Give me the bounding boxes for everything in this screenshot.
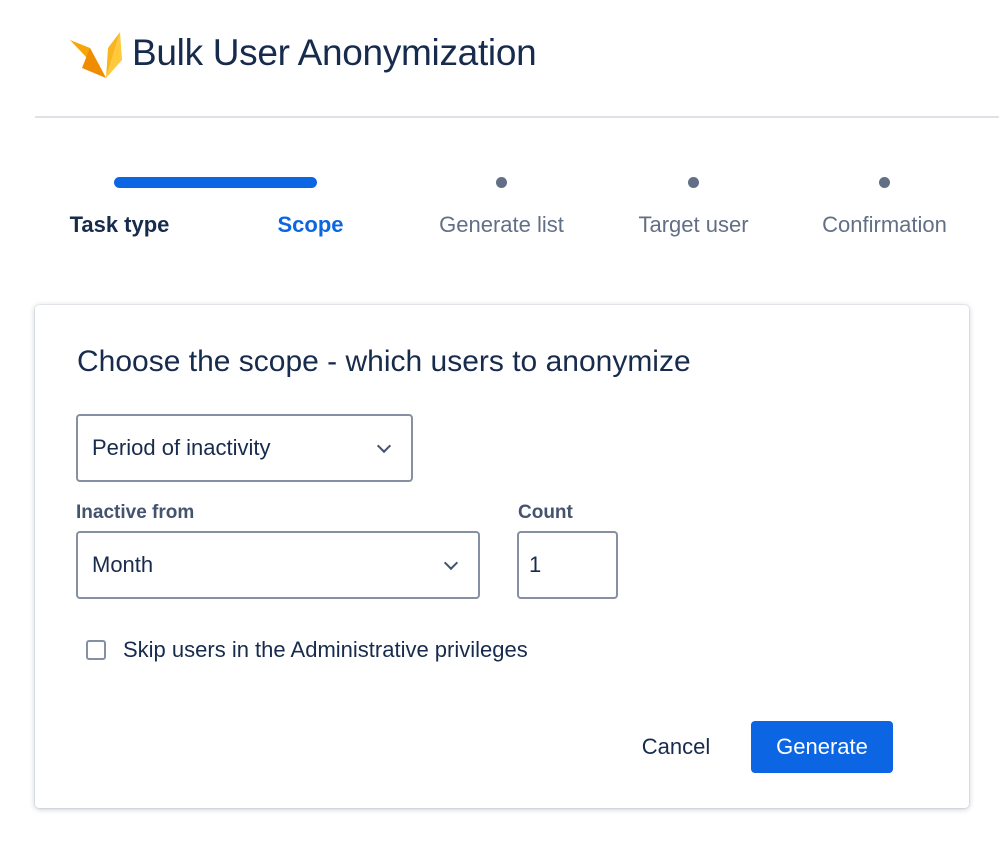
scope-select[interactable]: Period of inactivity (76, 414, 413, 482)
cancel-button[interactable]: Cancel (626, 721, 726, 773)
step-target-user: Target user (638, 212, 749, 237)
step-dot (688, 177, 699, 188)
step-generate-list: Generate list (439, 212, 564, 237)
step-scope: Scope (277, 212, 344, 237)
count-input[interactable]: 1 (517, 531, 618, 599)
count-label: Count (518, 502, 573, 523)
step-dot (496, 177, 507, 188)
step-confirmation: Confirmation (822, 212, 947, 237)
divider (35, 116, 999, 118)
skip-admins-label[interactable]: Skip users in the Administrative privile… (123, 637, 528, 663)
chevron-down-icon (376, 438, 392, 454)
page-title: Bulk User Anonymization (132, 32, 537, 73)
origami-bird-logo-icon (70, 32, 122, 78)
progress-bar (114, 177, 317, 188)
card-heading: Choose the scope - which users to anonym… (77, 345, 691, 378)
chevron-down-icon (443, 555, 459, 571)
skip-admins-checkbox[interactable] (86, 640, 106, 660)
scope-select-value: Period of inactivity (92, 435, 271, 460)
step-dot (879, 177, 890, 188)
inactive-from-value: Month (92, 552, 154, 577)
inactive-from-select[interactable]: Month (76, 531, 480, 599)
generate-button[interactable]: Generate (751, 721, 893, 773)
count-value: 1 (529, 552, 542, 577)
step-task-type: Task type (69, 212, 170, 237)
inactive-from-label: Inactive from (76, 502, 195, 523)
